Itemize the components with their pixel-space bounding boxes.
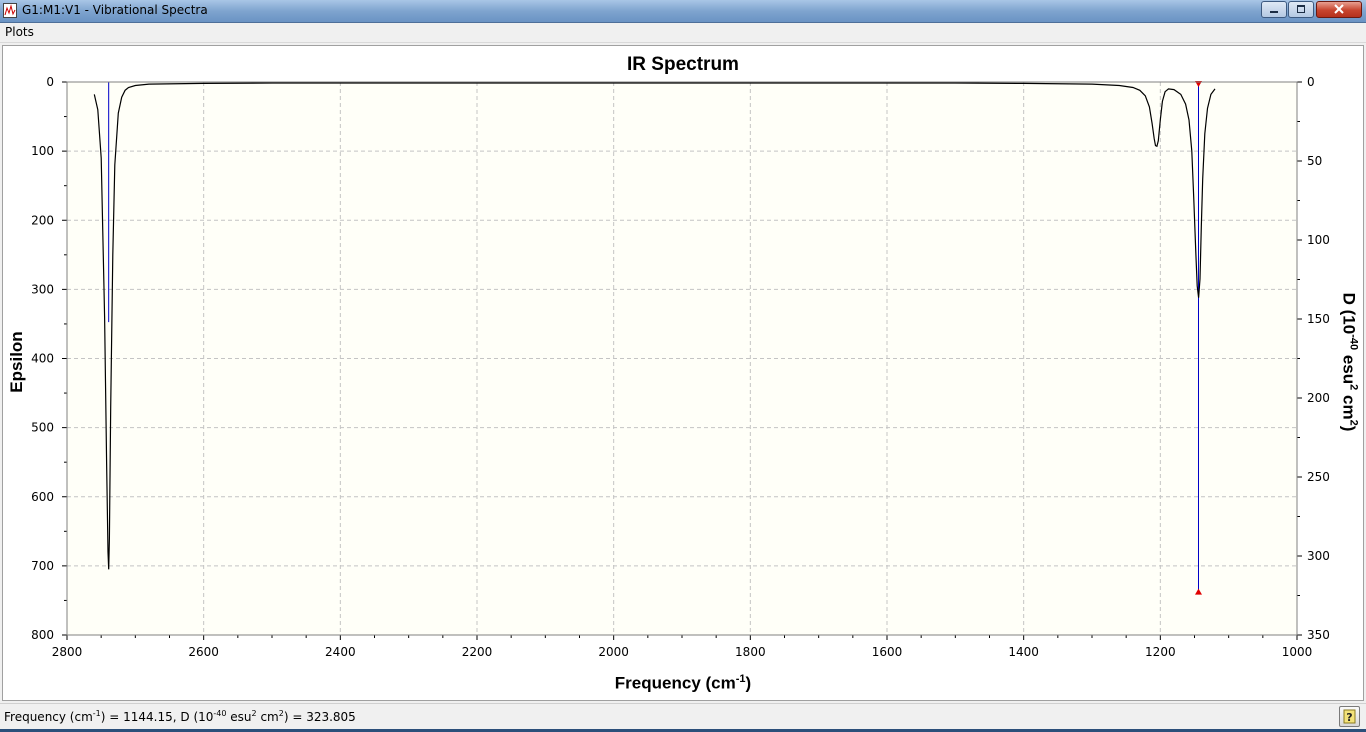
y2-tick-label: 300 — [1307, 549, 1330, 563]
x-axis-label-text: Frequency (cm — [614, 673, 736, 693]
y2-label-part: D (10 — [1339, 292, 1359, 335]
x-tick-label: 1200 — [1145, 645, 1176, 659]
y2-label-part: esu — [1339, 350, 1359, 385]
x-tick-label: 2800 — [52, 645, 83, 659]
y2-tick-label: 250 — [1307, 470, 1330, 484]
minimize-button[interactable] — [1261, 1, 1287, 18]
x-axis-label-tail: ) — [745, 673, 752, 693]
minimize-icon — [1270, 11, 1278, 13]
y2-tick-label: 350 — [1307, 628, 1330, 642]
status-readout: Frequency (cm-1) = 1144.15, D (10-40 esu… — [4, 709, 356, 724]
x-tick-label: 2200 — [462, 645, 493, 659]
x-tick-label: 1400 — [1008, 645, 1039, 659]
y-axis-label: Epsilon — [7, 331, 26, 393]
y2-tick-label: 0 — [1307, 75, 1315, 89]
window-title: G1:M1:V1 - Vibrational Spectra — [22, 3, 208, 17]
x-tick-label: 1800 — [735, 645, 766, 659]
y-tick-label: 500 — [31, 421, 54, 435]
x-tick-label: 1000 — [1282, 645, 1313, 659]
close-button[interactable] — [1316, 1, 1362, 18]
status-part: ) = 1144.15, D (10 — [100, 710, 214, 724]
menu-bar: Plots — [0, 23, 1366, 43]
status-part: Frequency (cm — [4, 710, 93, 724]
close-icon — [1334, 4, 1344, 14]
help-icon: ? — [1343, 709, 1356, 724]
y-tick-label: 800 — [31, 628, 54, 642]
y-tick-label: 0 — [46, 75, 54, 89]
x-tick-label: 2600 — [188, 645, 219, 659]
status-part: cm — [256, 710, 279, 724]
maximize-button[interactable] — [1288, 1, 1314, 18]
y2-tick-label: 150 — [1307, 312, 1330, 326]
y2-tick-label: 50 — [1307, 154, 1322, 168]
y-tick-label: 600 — [31, 490, 54, 504]
y2-axis-label: D (10-40 esu2 cm2) — [1339, 293, 1360, 432]
status-bar: Frequency (cm-1) = 1144.15, D (10-40 esu… — [0, 703, 1366, 730]
y-tick-label: 100 — [31, 144, 54, 158]
menu-item-plots[interactable]: Plots — [5, 25, 34, 39]
status-part: -1 — [92, 709, 101, 718]
x-tick-label: 2400 — [325, 645, 356, 659]
y-tick-label: 300 — [31, 282, 54, 296]
x-tick-label: 2000 — [598, 645, 629, 659]
maximize-icon — [1297, 5, 1305, 13]
chart-title: IR Spectrum — [627, 54, 739, 75]
y2-label-part: ) — [1339, 425, 1359, 432]
y-tick-label: 400 — [31, 352, 54, 366]
status-part: -40 — [213, 709, 227, 718]
app-icon[interactable] — [3, 3, 17, 18]
x-tick-label: 1600 — [872, 645, 903, 659]
y-tick-label: 200 — [31, 213, 54, 227]
y2-tick-label: 100 — [1307, 233, 1330, 247]
y2-label-part: -40 — [1347, 334, 1360, 351]
title-bar: G1:M1:V1 - Vibrational Spectra — [0, 0, 1366, 23]
status-part: ) = 323.805 — [283, 710, 356, 724]
ir-spectrum-chart[interactable]: 2800 2600 2400 2200 2000 1800 1600 1400 1200 1000… — [3, 46, 1363, 700]
svg-text:?: ? — [1346, 711, 1352, 724]
help-button[interactable]: ? — [1339, 706, 1360, 727]
y-tick-label: 700 — [31, 559, 54, 573]
x-axis-label-sup: -1 — [735, 673, 746, 685]
x-axis-label: Frequency (cm-1) — [3, 673, 1363, 694]
plot-panel: 2800 2600 2400 2200 2000 1800 1600 1400 1200 1000… — [2, 45, 1364, 701]
y2-label-part: cm — [1339, 390, 1359, 420]
y2-tick-label: 200 — [1307, 391, 1330, 405]
status-part: esu — [226, 710, 252, 724]
